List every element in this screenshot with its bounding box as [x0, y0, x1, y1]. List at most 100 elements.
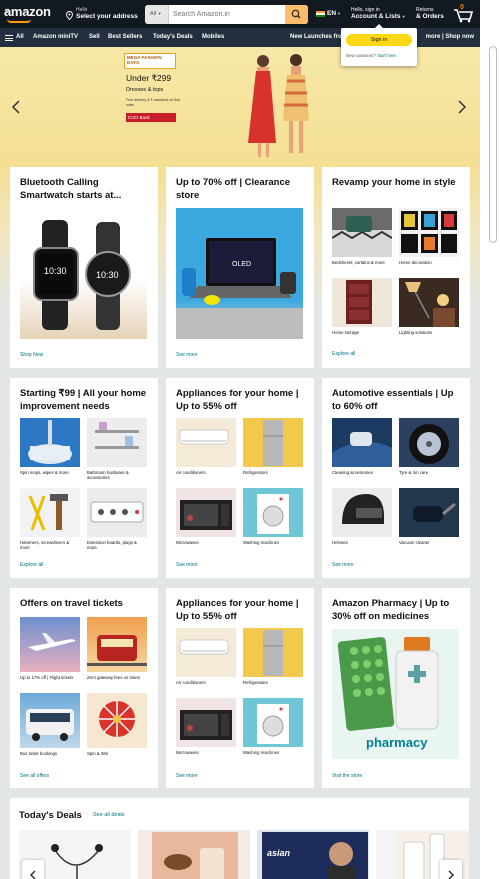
india-flag-icon[interactable]: [316, 11, 325, 17]
tile-cleaning-accessories[interactable]: Cleaning accessories: [332, 418, 392, 475]
train-image: [87, 617, 147, 672]
tile-train-tickets[interactable]: Zero gateway fees on trains: [87, 617, 147, 680]
page-scrollbar-thumb[interactable]: [489, 46, 497, 243]
card-link[interactable]: See all offers: [20, 773, 49, 779]
hero-models-image: [248, 54, 309, 157]
card-link[interactable]: Explore all: [332, 351, 355, 357]
deal-item-kitchenware[interactable]: [138, 830, 250, 879]
card-title: Bluetooth Calling Smartwatch starts at..…: [20, 177, 122, 201]
bus-image: [20, 693, 80, 748]
deals-prev-button[interactable]: [22, 860, 44, 879]
nav-item-minitv[interactable]: Amazon miniTV: [33, 34, 78, 40]
pharmacy-wordmark: pharmacy: [366, 735, 428, 750]
chevron-right-icon: [448, 870, 455, 879]
card-link[interactable]: Explore all: [20, 562, 43, 568]
card-link[interactable]: See more: [176, 352, 198, 358]
card-pharmacy[interactable]: Amazon Pharmacy | Up to 30% off on medic…: [322, 588, 470, 788]
nav-item-todays-deals[interactable]: Today's Deals: [153, 34, 193, 40]
chevron-left-icon: [29, 870, 36, 879]
card-title: Amazon Pharmacy | Up to 30% off on medic…: [332, 598, 450, 622]
card-appliances-2[interactable]: Appliances for your home | Up to 55% off…: [166, 588, 314, 788]
card-link[interactable]: See more: [332, 562, 354, 568]
amazon-logo[interactable]: amazon .in: [4, 4, 51, 19]
select-address-link[interactable]: Select your address: [76, 13, 138, 20]
tile-refrigerators[interactable]: Refrigerators: [243, 418, 303, 475]
nav-all[interactable]: All: [16, 34, 24, 40]
see-all-deals-link[interactable]: See all deals: [93, 812, 125, 818]
tile-washing-machines[interactable]: Washing machines: [243, 698, 303, 755]
lighting-image: [399, 278, 459, 327]
search-category-dropdown[interactable]: All ▼: [145, 5, 169, 24]
tile-home-storage[interactable]: Home storage: [332, 278, 392, 335]
nav-item-mobiles[interactable]: Mobiles: [202, 34, 224, 40]
signin-button[interactable]: Sign in: [346, 34, 412, 46]
deals-title: Today's Deals: [19, 810, 82, 821]
card-title: Starting ₹99 | All your home improvement…: [20, 388, 147, 412]
flight-image: [20, 617, 80, 672]
bedsheets-image: [332, 208, 392, 257]
card-travel-tickets[interactable]: Offers on travel tickets Up to 17% off |…: [10, 588, 158, 788]
svg-text:10:30: 10:30: [44, 266, 67, 276]
card-automotive[interactable]: Automotive essentials | Up to 60% off Cl…: [322, 378, 470, 578]
helmet-image: [332, 488, 392, 537]
deals-next-button[interactable]: [440, 860, 462, 879]
nav-promo-link-left[interactable]: New Launches fro: [290, 34, 342, 40]
spin-wheel-image: [87, 693, 147, 748]
tile-spin-win[interactable]: Spin & Win: [87, 693, 147, 756]
tile-bedsheets[interactable]: Bedsheets, curtains & more: [332, 208, 392, 265]
start-here-link[interactable]: Start here.: [377, 53, 397, 58]
card-link[interactable]: Visit the store: [332, 773, 362, 779]
tile-lighting[interactable]: Lighting solutions: [399, 278, 459, 335]
tile-bus-tickets[interactable]: Bus ticket bookings: [20, 693, 80, 756]
search-input[interactable]: [170, 5, 284, 24]
cleaning-accessories-image: [332, 418, 392, 467]
tile-spin-mops[interactable]: Spin mops, wipes & more: [20, 418, 80, 475]
carousel-next-arrow-icon[interactable]: [453, 99, 469, 115]
vacuum-cleaner-image: [399, 488, 459, 537]
card-link[interactable]: Shop Now: [20, 352, 43, 358]
signin-popover: Sign in New customer? Start here.: [341, 24, 417, 66]
nav-item-best-sellers[interactable]: Best Sellers: [108, 34, 142, 40]
card-title: Revamp your home in style: [332, 177, 456, 188]
hamburger-menu-icon[interactable]: [5, 35, 13, 41]
tile-refrigerators[interactable]: Refrigerators: [243, 628, 303, 685]
carousel-prev-arrow-icon[interactable]: [9, 99, 25, 115]
tile-microwaves[interactable]: Microwaves: [176, 488, 236, 545]
tile-vacuum-cleaner[interactable]: Vacuum cleaner: [399, 488, 459, 545]
deal-item-asian-paints[interactable]: asian: [257, 830, 369, 879]
tile-tyre-rim-care[interactable]: Tyre & rim care: [399, 418, 459, 475]
nav-item-sell[interactable]: Sell: [89, 34, 100, 40]
tile-extension-boards[interactable]: Extension boards, plugs & more: [87, 488, 147, 550]
tile-washing-machines[interactable]: Washing machines: [243, 488, 303, 545]
smartwatch-image: 10:30 10:30: [20, 208, 147, 339]
tile-home-decoration[interactable]: Home decoration: [399, 208, 459, 265]
svg-text:OLED: OLED: [232, 261, 251, 268]
tile-microwaves[interactable]: Microwaves: [176, 698, 236, 755]
tile-air-conditioners[interactable]: Air conditioners: [176, 418, 236, 475]
pharmacy-image: pharmacy: [332, 629, 459, 759]
card-smartwatch[interactable]: Bluetooth Calling Smartwatch starts at..…: [10, 167, 158, 368]
card-appliances[interactable]: Appliances for your home | Up to 55% off…: [166, 378, 314, 578]
tile-hammers[interactable]: Hammers, screwdrivers & more: [20, 488, 80, 550]
search-button[interactable]: [285, 5, 308, 24]
washing-machine-image: [243, 698, 303, 747]
card-title: Automotive essentials | Up to 60% off: [332, 388, 454, 412]
tile-flight-tickets[interactable]: Up to 17% off | Flight tickets: [20, 617, 80, 680]
account-lists-menu[interactable]: Account & Lists ▼: [351, 13, 406, 20]
todays-deals-section: Today's Deals See all deals asian: [10, 798, 469, 879]
card-title: Offers on travel tickets: [20, 598, 123, 609]
tile-bathroom-hardware[interactable]: Bathroom hardware & accessories: [87, 418, 147, 480]
microwave-image: [176, 698, 236, 747]
card-clearance[interactable]: Up to 70% off | Clearance store OLED See…: [166, 167, 314, 368]
card-home-improvement[interactable]: Starting ₹99 | All your home improvement…: [10, 378, 158, 578]
card-link[interactable]: See more: [176, 773, 198, 779]
orders-link[interactable]: & Orders: [416, 13, 444, 20]
tile-helmets[interactable]: Helmets: [332, 488, 392, 545]
nav-promo-link[interactable]: more | Shop now: [426, 34, 474, 40]
card-home-decor[interactable]: Revamp your home in style Bedsheets, cur…: [322, 167, 470, 368]
language-selector[interactable]: EN ▼: [327, 10, 341, 17]
home-storage-image: [332, 278, 392, 327]
tile-air-conditioners[interactable]: Air conditioners: [176, 628, 236, 685]
card-link[interactable]: See more: [176, 562, 198, 568]
new-customer-prompt: New customer? Start here.: [346, 53, 398, 58]
